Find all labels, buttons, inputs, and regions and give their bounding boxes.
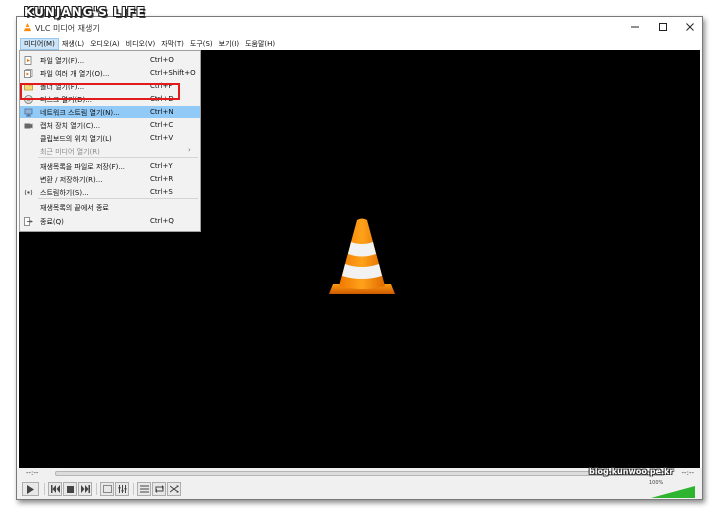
- window-title: VLC 미디어 재생기: [35, 24, 100, 33]
- menu-video[interactable]: 비디오(V): [123, 38, 159, 50]
- menu-item-shortcut: Ctrl+C: [150, 121, 174, 129]
- menu-item-label: 네트워크 스트림 열기(N)...: [40, 109, 120, 117]
- vlc-window: VLC 미디어 재생기 미디어(M) 재생(L) 오디오(A) 비디오(V) 자…: [16, 16, 703, 500]
- menu-item-open-recent-media: 최근 미디어 열기(R) ›: [20, 145, 200, 157]
- menu-playback[interactable]: 재생(L): [59, 38, 87, 50]
- menu-item-open-clipboard-location[interactable]: 클립보드의 위치 열기(L) Ctrl+V: [20, 132, 200, 144]
- maximize-icon: [659, 23, 667, 31]
- menu-item-quit-at-end-of-playlist[interactable]: 재생목록의 끝에서 종료: [20, 201, 200, 213]
- menu-separator: [38, 198, 198, 199]
- menu-separator: [38, 157, 198, 158]
- menu-item-label: 스트림하기(S)...: [40, 189, 89, 197]
- menu-item-shortcut: Ctrl+S: [150, 188, 173, 196]
- menu-help[interactable]: 도움말(H): [242, 38, 278, 50]
- minimize-button[interactable]: [622, 19, 648, 35]
- site-watermark: blog.kunwoo.pe.kr: [589, 467, 674, 476]
- seek-slider[interactable]: [55, 471, 665, 476]
- menu-item-shortcut: Ctrl+Q: [150, 217, 174, 225]
- menu-item-quit[interactable]: 종료(Q) Ctrl+Q: [20, 215, 200, 227]
- next-button[interactable]: [78, 482, 92, 496]
- menu-item-save-playlist[interactable]: 재생목록을 파일로 저장(F)... Ctrl+Y: [20, 160, 200, 172]
- fullscreen-icon: [102, 485, 112, 493]
- media-menu-dropdown: 파일 열기(F)... Ctrl+O 파일 여러 개 열기(O)... Ctrl+Sh…: [19, 50, 201, 232]
- volume-slider[interactable]: [651, 486, 695, 498]
- fullscreen-button[interactable]: [100, 482, 114, 496]
- equalizer-icon: [118, 485, 126, 493]
- menu-item-stream[interactable]: 스트림하기(S)... Ctrl+S: [20, 186, 200, 198]
- minimize-icon: [631, 26, 639, 28]
- menu-item-label: 파일 열기(F)...: [40, 57, 85, 65]
- menu-item-open-network-stream[interactable]: 네트워크 스트림 열기(N)... Ctrl+N: [20, 106, 200, 118]
- menu-item-label: 재생목록을 파일로 저장(F)...: [40, 163, 126, 171]
- play-icon: [27, 484, 34, 494]
- skip-forward-icon: [80, 485, 90, 493]
- menu-item-label: 클립보드의 위치 열기(L): [40, 135, 112, 143]
- menu-item-open-capture-device[interactable]: 캡처 장치 열기(C)... Ctrl+C: [20, 119, 200, 131]
- shuffle-icon: [169, 485, 179, 493]
- menu-item-label: 변환 / 저장하기(R)...: [40, 176, 103, 184]
- loop-icon: [154, 485, 164, 493]
- playlist-button[interactable]: [137, 482, 151, 496]
- extended-settings-button[interactable]: [115, 482, 129, 496]
- separator: [133, 483, 134, 495]
- menu-item-label: 최근 미디어 열기(R): [40, 148, 100, 156]
- separator: [44, 483, 45, 495]
- close-icon: [686, 23, 694, 31]
- vlc-cone-icon: [23, 23, 32, 32]
- menu-item-label: 캡처 장치 열기(C)...: [40, 122, 101, 130]
- network-icon: [24, 108, 33, 117]
- menu-item-shortcut: Ctrl+Y: [150, 162, 173, 170]
- controls-bar: [17, 479, 702, 499]
- stop-button[interactable]: [63, 482, 77, 496]
- menu-item-shortcut: Ctrl+V: [150, 134, 174, 142]
- exit-icon: [24, 217, 33, 226]
- menu-audio[interactable]: 오디오(A): [87, 38, 123, 50]
- shuffle-button[interactable]: [167, 482, 181, 496]
- loop-button[interactable]: [152, 482, 166, 496]
- menu-media[interactable]: 미디어(M): [20, 37, 59, 50]
- stop-icon: [66, 485, 74, 493]
- menu-item-shortcut: Ctrl+O: [150, 56, 174, 64]
- menu-item-convert-save[interactable]: 변환 / 저장하기(R)... Ctrl+R: [20, 173, 200, 185]
- play-button[interactable]: [22, 482, 39, 496]
- capture-icon: [24, 123, 33, 129]
- stream-icon: [24, 189, 33, 196]
- remaining-time: --:--: [681, 469, 694, 477]
- submenu-arrow-icon: ›: [188, 146, 191, 154]
- maximize-button[interactable]: [650, 19, 676, 35]
- menu-bar: 미디어(M) 재생(L) 오디오(A) 비디오(V) 자막(T) 도구(S) 보…: [17, 37, 702, 50]
- playlist-icon: [139, 485, 149, 493]
- menu-item-shortcut: Ctrl+N: [150, 108, 174, 116]
- menu-view[interactable]: 보기(I): [216, 38, 242, 50]
- menu-tools[interactable]: 도구(S): [187, 38, 216, 50]
- title-bar: VLC 미디어 재생기: [17, 17, 702, 37]
- menu-item-open-file[interactable]: 파일 열기(F)... Ctrl+O: [20, 54, 200, 66]
- separator: [96, 483, 97, 495]
- previous-button[interactable]: [48, 482, 62, 496]
- close-button[interactable]: [677, 19, 703, 35]
- skip-back-icon: [50, 485, 60, 493]
- menu-item-shortcut: Ctrl+Shift+O: [150, 69, 196, 77]
- menu-item-label: 종료(Q): [40, 218, 64, 226]
- vlc-cone-logo: [329, 218, 395, 294]
- menu-subtitle[interactable]: 자막(T): [158, 38, 187, 50]
- annotation-highlight-box: [20, 83, 180, 100]
- menu-item-label: 재생목록의 끝에서 종료: [40, 204, 109, 212]
- elapsed-time: --:--: [26, 469, 39, 477]
- file-open-icon: [24, 56, 32, 65]
- blog-watermark: KUNJANG'S LIFE: [24, 5, 146, 19]
- menu-item-open-multiple-files[interactable]: 파일 여러 개 열기(O)... Ctrl+Shift+O: [20, 67, 200, 79]
- menu-item-label: 파일 여러 개 열기(O)...: [40, 70, 110, 78]
- files-open-icon: [24, 69, 33, 78]
- menu-item-shortcut: Ctrl+R: [150, 175, 174, 183]
